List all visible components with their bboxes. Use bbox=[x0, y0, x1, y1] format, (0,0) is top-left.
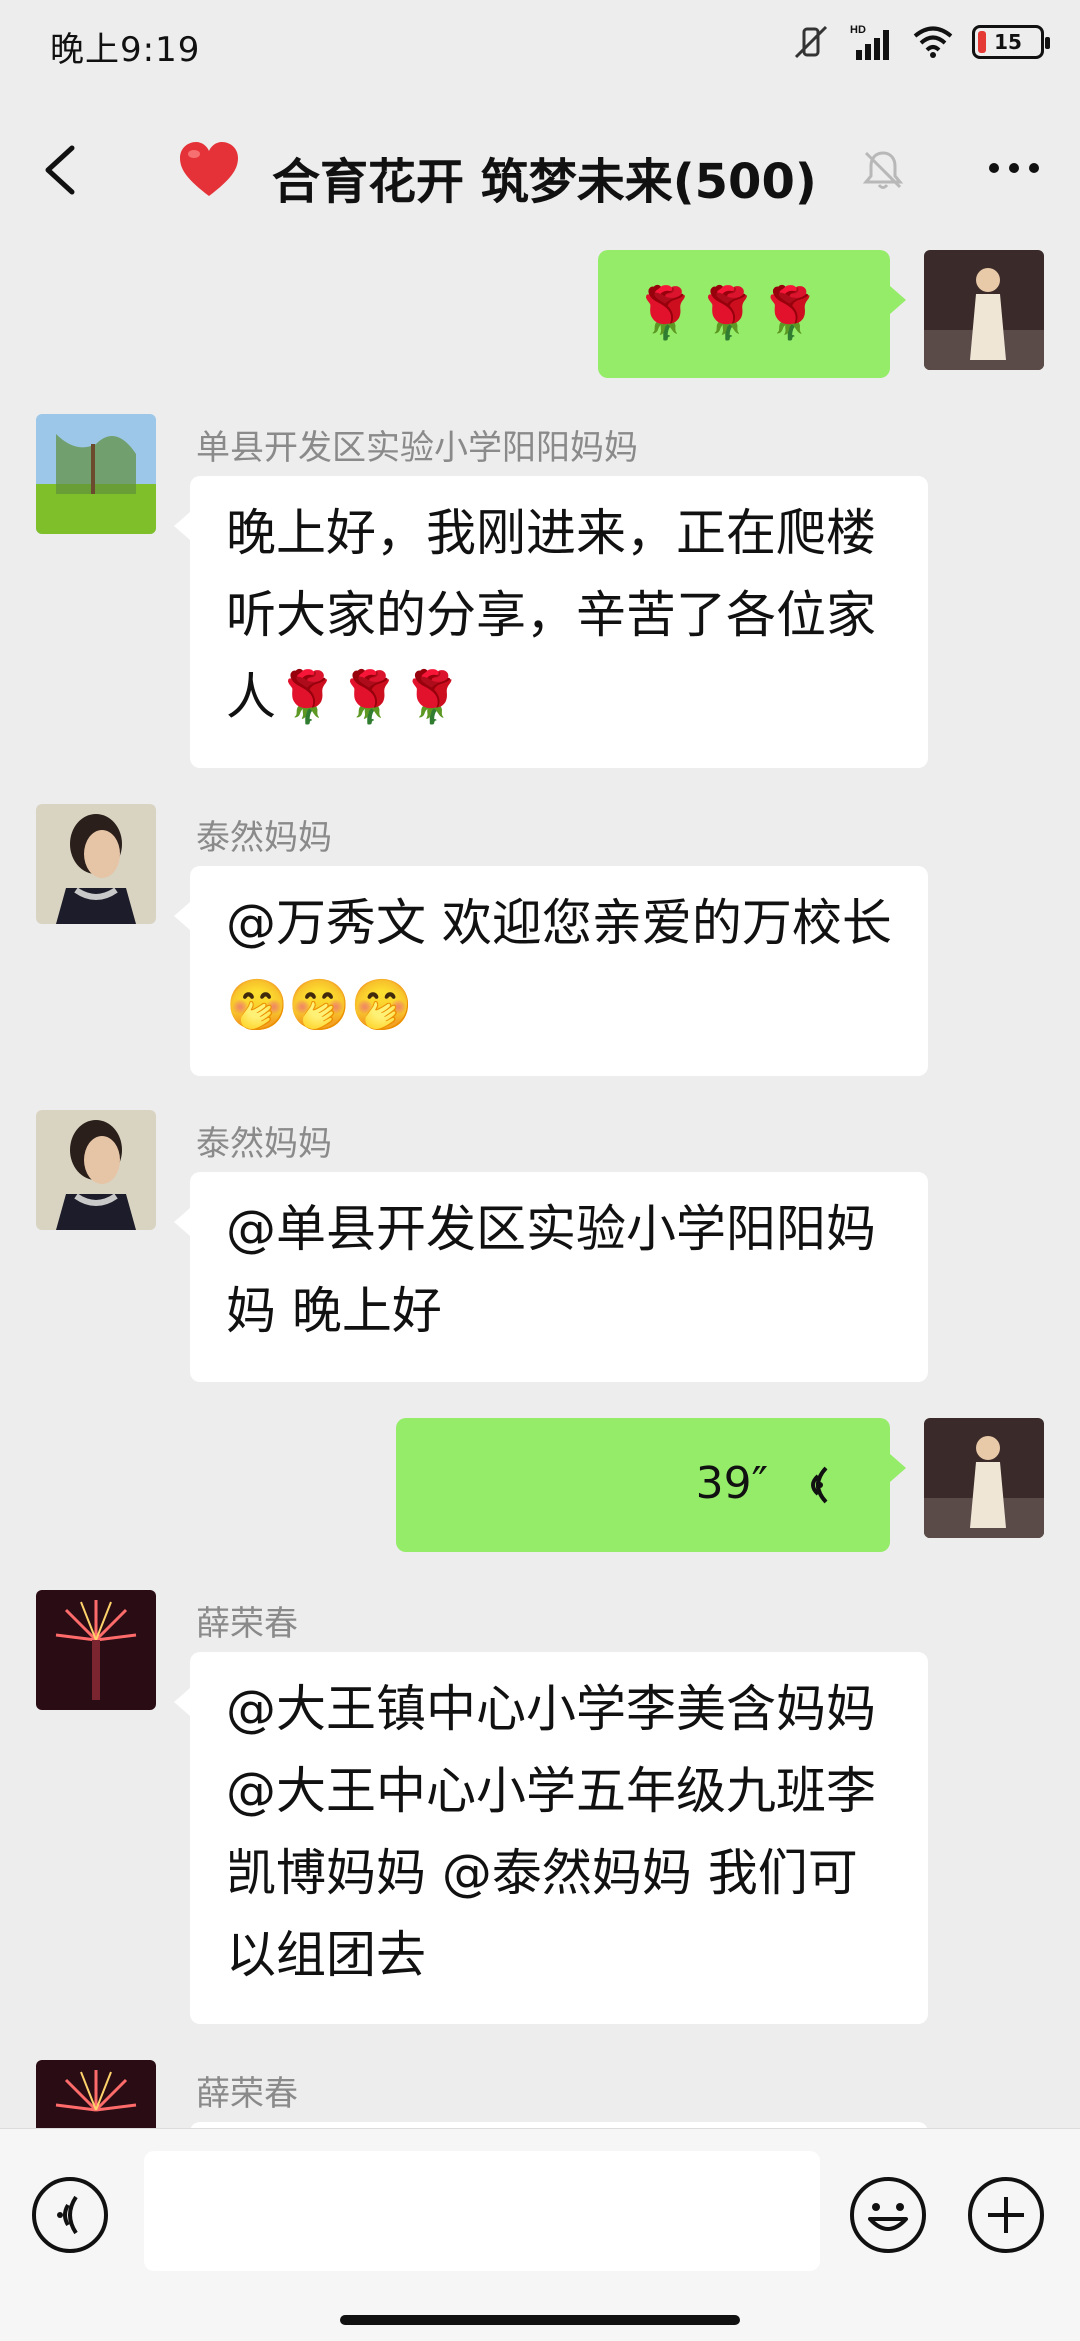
mute-bell-icon bbox=[862, 151, 904, 189]
avatar[interactable] bbox=[36, 2060, 156, 2128]
avatar[interactable] bbox=[36, 414, 156, 534]
home-indicator[interactable] bbox=[340, 2315, 740, 2325]
more-functions-icon[interactable] bbox=[966, 2175, 1046, 2255]
message-self-voice: 39″ bbox=[0, 1416, 1080, 1556]
avatar[interactable] bbox=[36, 804, 156, 924]
message-bubble[interactable]: 晚上好，我刚进来，正在爬楼听大家的分享，辛苦了各位家人🌹🌹🌹 bbox=[174, 476, 928, 768]
message-text: 晚上好，我刚进来，正在爬楼听大家的分享，辛苦了各位家人🌹🌹🌹 bbox=[226, 504, 876, 726]
message-left: 单县开发区实验小学阳阳妈妈 晚上好，我刚进来，正在爬楼听大家的分享，辛苦了各位家… bbox=[0, 414, 1080, 774]
status-bar: 晚上9:19 HD 15 bbox=[0, 0, 1080, 90]
input-bar bbox=[0, 2128, 1080, 2341]
sender-name: 薛荣春 bbox=[196, 2074, 298, 2114]
voice-duration: 39″ bbox=[695, 1458, 769, 1509]
message-text: @单县开发区实验小学阳阳妈妈 晚上好 bbox=[226, 1200, 876, 1340]
message-bubble[interactable]: @万秀文 欢迎您亲爱的万校长🤭🤭🤭 bbox=[174, 866, 928, 1076]
status-time: 晚上9:19 bbox=[50, 30, 201, 70]
voice-waves-icon bbox=[811, 1466, 828, 1503]
avatar[interactable] bbox=[36, 1590, 156, 1710]
sender-name: 泰然妈妈 bbox=[196, 818, 332, 858]
voice-input-icon[interactable] bbox=[30, 2175, 110, 2255]
message-bubble[interactable]: @单县开发区实验小学阳阳妈妈 晚上好 bbox=[174, 1172, 928, 1382]
voice-message-bubble[interactable]: 39″ bbox=[396, 1418, 906, 1552]
chat-title: 合育花开 筑梦未来(500) bbox=[272, 154, 817, 210]
message-left: 泰然妈妈 @单县开发区实验小学阳阳妈妈 晚上好 bbox=[0, 1110, 1080, 1390]
back-icon[interactable] bbox=[38, 140, 82, 200]
battery-icon: 15 bbox=[972, 25, 1050, 59]
signal-icon: HD bbox=[850, 24, 889, 60]
emoji-icon[interactable] bbox=[848, 2175, 928, 2255]
more-options-icon[interactable] bbox=[986, 158, 1042, 178]
message-text: @大王镇中心小学李美含妈妈@大王中心小学五年级九班李凯博妈妈 @泰然妈妈 我们可… bbox=[226, 1680, 876, 1984]
sender-name: 单县开发区实验小学阳阳妈妈 bbox=[196, 428, 638, 468]
message-text: 🌹🌹🌹 bbox=[634, 284, 821, 342]
message-bubble[interactable]: 🌹🌹🌹 bbox=[598, 250, 906, 378]
avatar[interactable] bbox=[36, 1110, 156, 1230]
sender-name: 薛荣春 bbox=[196, 1604, 298, 1644]
message-bubble[interactable]: @大王镇中心小学李美含妈妈@大王中心小学五年级九班李凯博妈妈 @泰然妈妈 我们可… bbox=[174, 1652, 928, 2024]
avatar-self[interactable] bbox=[924, 1418, 1044, 1538]
sender-name: 泰然妈妈 bbox=[196, 1124, 332, 1164]
network-label: HD bbox=[850, 24, 866, 36]
vibrate-off-icon bbox=[794, 25, 828, 59]
message-self-roses: 🌹🌹🌹 bbox=[0, 248, 1080, 388]
battery-level: 15 bbox=[994, 30, 1022, 54]
heart-icon bbox=[180, 142, 238, 196]
message-text: @万秀文 欢迎您亲爱的万校长🤭🤭🤭 bbox=[226, 894, 892, 1034]
message-input[interactable] bbox=[144, 2151, 820, 2271]
status-icons: HD 15 bbox=[792, 22, 1050, 62]
message-left: 薛荣春 @大王镇中心小学李美含妈妈@大王中心小学五年级九班李凯博妈妈 @泰然妈妈… bbox=[0, 1590, 1080, 2030]
wifi-icon bbox=[913, 26, 953, 58]
message-left: 泰然妈妈 @万秀文 欢迎您亲爱的万校长🤭🤭🤭 bbox=[0, 804, 1080, 1084]
chat-header: 合育花开 筑梦未来(500) bbox=[0, 110, 1080, 230]
avatar-self[interactable] bbox=[924, 250, 1044, 370]
message-left-partial: 薛荣春 bbox=[0, 2060, 1080, 2128]
